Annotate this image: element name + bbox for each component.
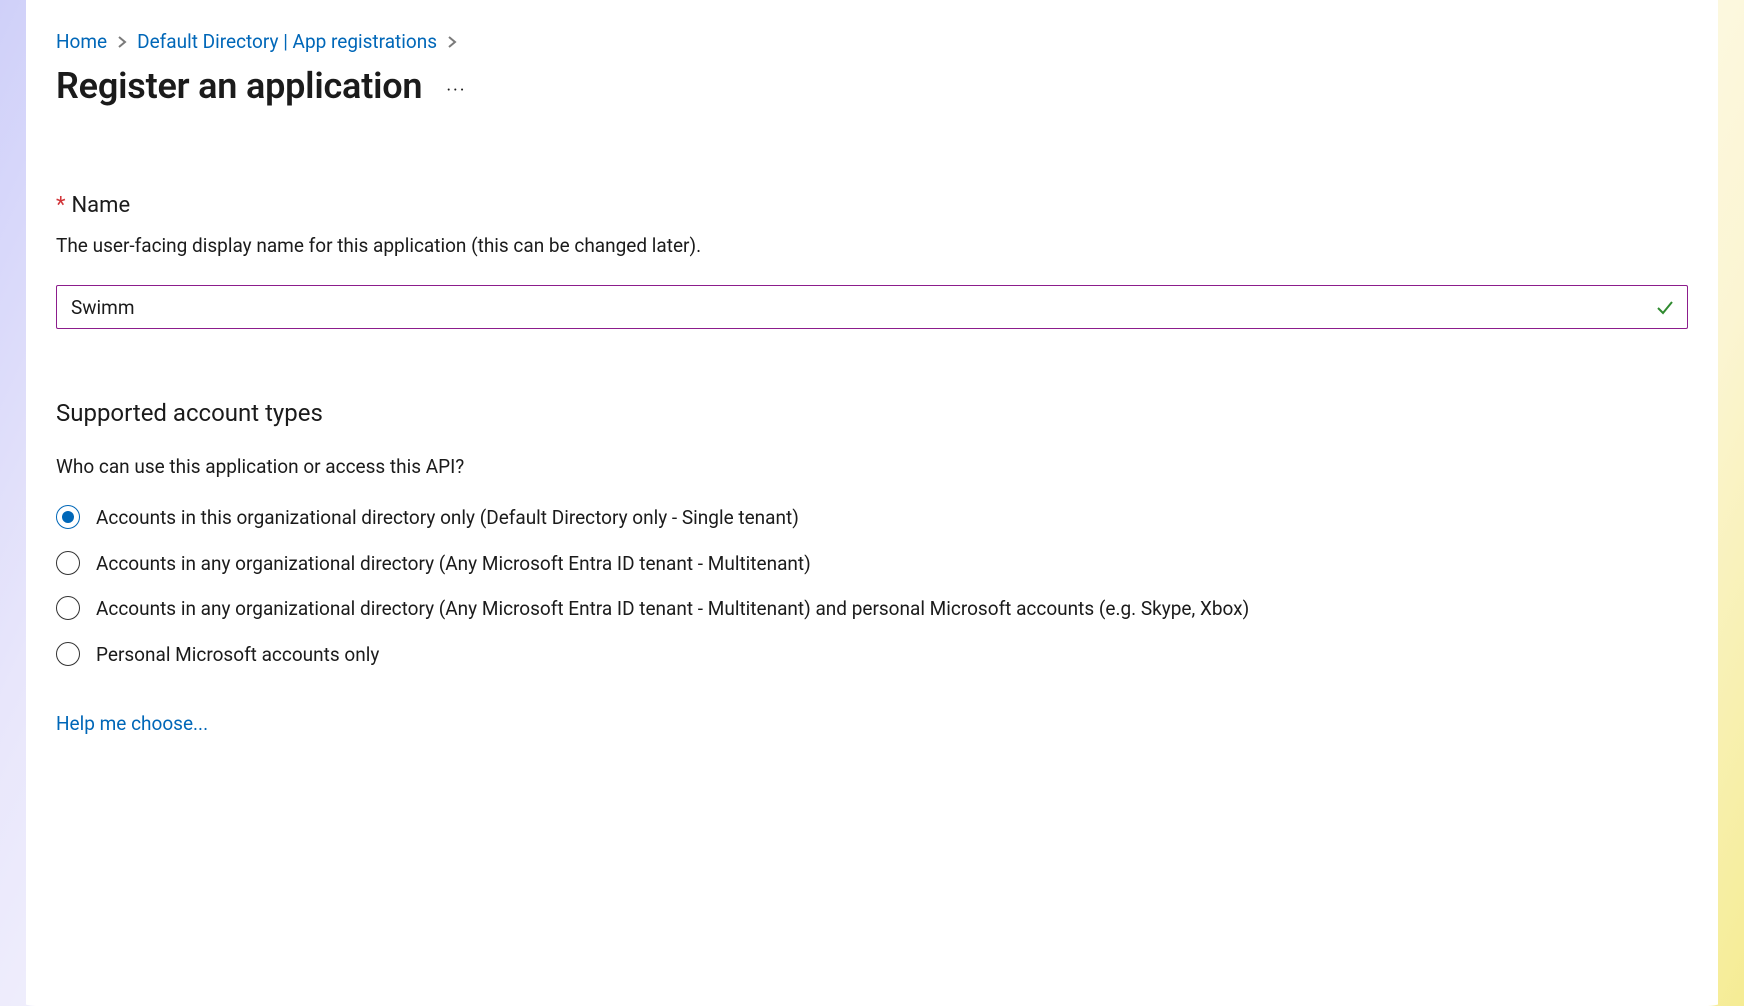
chevron-right-icon	[447, 35, 457, 49]
radio-label: Accounts in any organizational directory…	[96, 550, 811, 578]
radio-dot-icon	[62, 511, 74, 523]
radio-label: Accounts in any organizational directory…	[96, 595, 1249, 623]
radio-label: Personal Microsoft accounts only	[96, 641, 379, 669]
name-input[interactable]	[71, 296, 1645, 319]
chevron-right-icon	[117, 35, 127, 49]
radio-icon	[56, 505, 80, 529]
name-field-description: The user-facing display name for this ap…	[56, 234, 1688, 257]
breadcrumb-directory[interactable]: Default Directory | App registrations	[137, 30, 437, 53]
name-field-label: Name	[71, 193, 130, 218]
name-input-wrapper	[56, 285, 1688, 329]
account-types-description: Who can use this application or access t…	[56, 455, 1688, 478]
breadcrumb-home[interactable]: Home	[56, 30, 107, 53]
check-icon	[1655, 297, 1675, 317]
breadcrumb: Home Default Directory | App registratio…	[56, 30, 1688, 53]
radio-option-multitenant-personal[interactable]: Accounts in any organizational directory…	[56, 595, 1688, 623]
radio-icon	[56, 596, 80, 620]
radio-option-personal-only[interactable]: Personal Microsoft accounts only	[56, 641, 1688, 669]
radio-icon	[56, 551, 80, 575]
radio-option-single-tenant[interactable]: Accounts in this organizational director…	[56, 504, 1688, 532]
page-title: Register an application	[56, 65, 422, 107]
radio-option-multitenant[interactable]: Accounts in any organizational directory…	[56, 550, 1688, 578]
more-options-button[interactable]: ···	[446, 80, 466, 101]
account-types-radio-group: Accounts in this organizational director…	[56, 504, 1688, 668]
account-types-title: Supported account types	[56, 399, 1688, 427]
radio-icon	[56, 642, 80, 666]
radio-label: Accounts in this organizational director…	[96, 504, 799, 532]
main-panel: Home Default Directory | App registratio…	[26, 0, 1718, 1006]
required-indicator: *	[56, 193, 65, 218]
help-me-choose-link[interactable]: Help me choose...	[56, 712, 208, 735]
